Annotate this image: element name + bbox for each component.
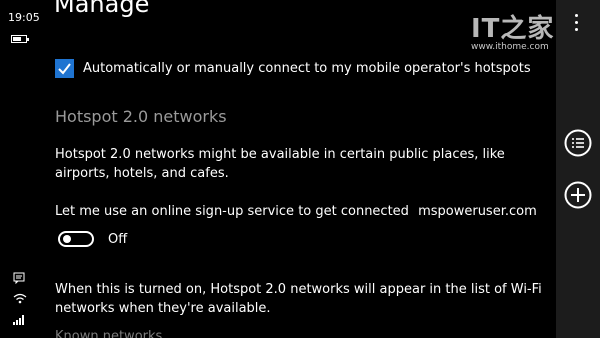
credit-watermark: mspoweruser.com: [418, 204, 537, 219]
auto-connect-label[interactable]: Automatically or manually connect to my …: [83, 61, 531, 76]
hotspot-note: When this is turned on, Hotspot 2.0 netw…: [55, 282, 542, 316]
known-networks-heading: Known networks: [55, 329, 163, 338]
more-icon[interactable]: [575, 14, 578, 35]
message-icon: [13, 272, 25, 284]
hotspot-description: Hotspot 2.0 networks might be available …: [55, 147, 505, 181]
app-bar: [556, 0, 600, 338]
status-bar: 19:05: [0, 0, 40, 338]
battery-icon: [11, 35, 29, 43]
signup-row: Let me use an online sign-up service to …: [55, 202, 555, 221]
wifi-icon: [13, 293, 27, 304]
toggle-knob: [63, 235, 71, 243]
status-time: 19:05: [8, 11, 40, 24]
auto-connect-checkbox[interactable]: [55, 59, 74, 78]
toggle-state-label: Off: [108, 232, 128, 247]
list-icon[interactable]: [564, 129, 592, 157]
add-icon[interactable]: [564, 181, 592, 209]
checkmark-icon: [58, 63, 71, 75]
site-watermark: IT之家 www.ithome.com: [471, 6, 556, 56]
page-title: Manage: [54, 0, 150, 18]
site-logo: IT之家: [471, 14, 555, 44]
signal-icon: [13, 315, 24, 325]
site-url: www.ithome.com: [471, 42, 549, 52]
hotspot-section-title: Hotspot 2.0 networks: [55, 107, 227, 126]
settings-content: Manage Automatically or manually connect…: [38, 0, 556, 338]
signup-toggle[interactable]: [58, 231, 94, 247]
signup-label: Let me use an online sign-up service to …: [55, 204, 409, 219]
